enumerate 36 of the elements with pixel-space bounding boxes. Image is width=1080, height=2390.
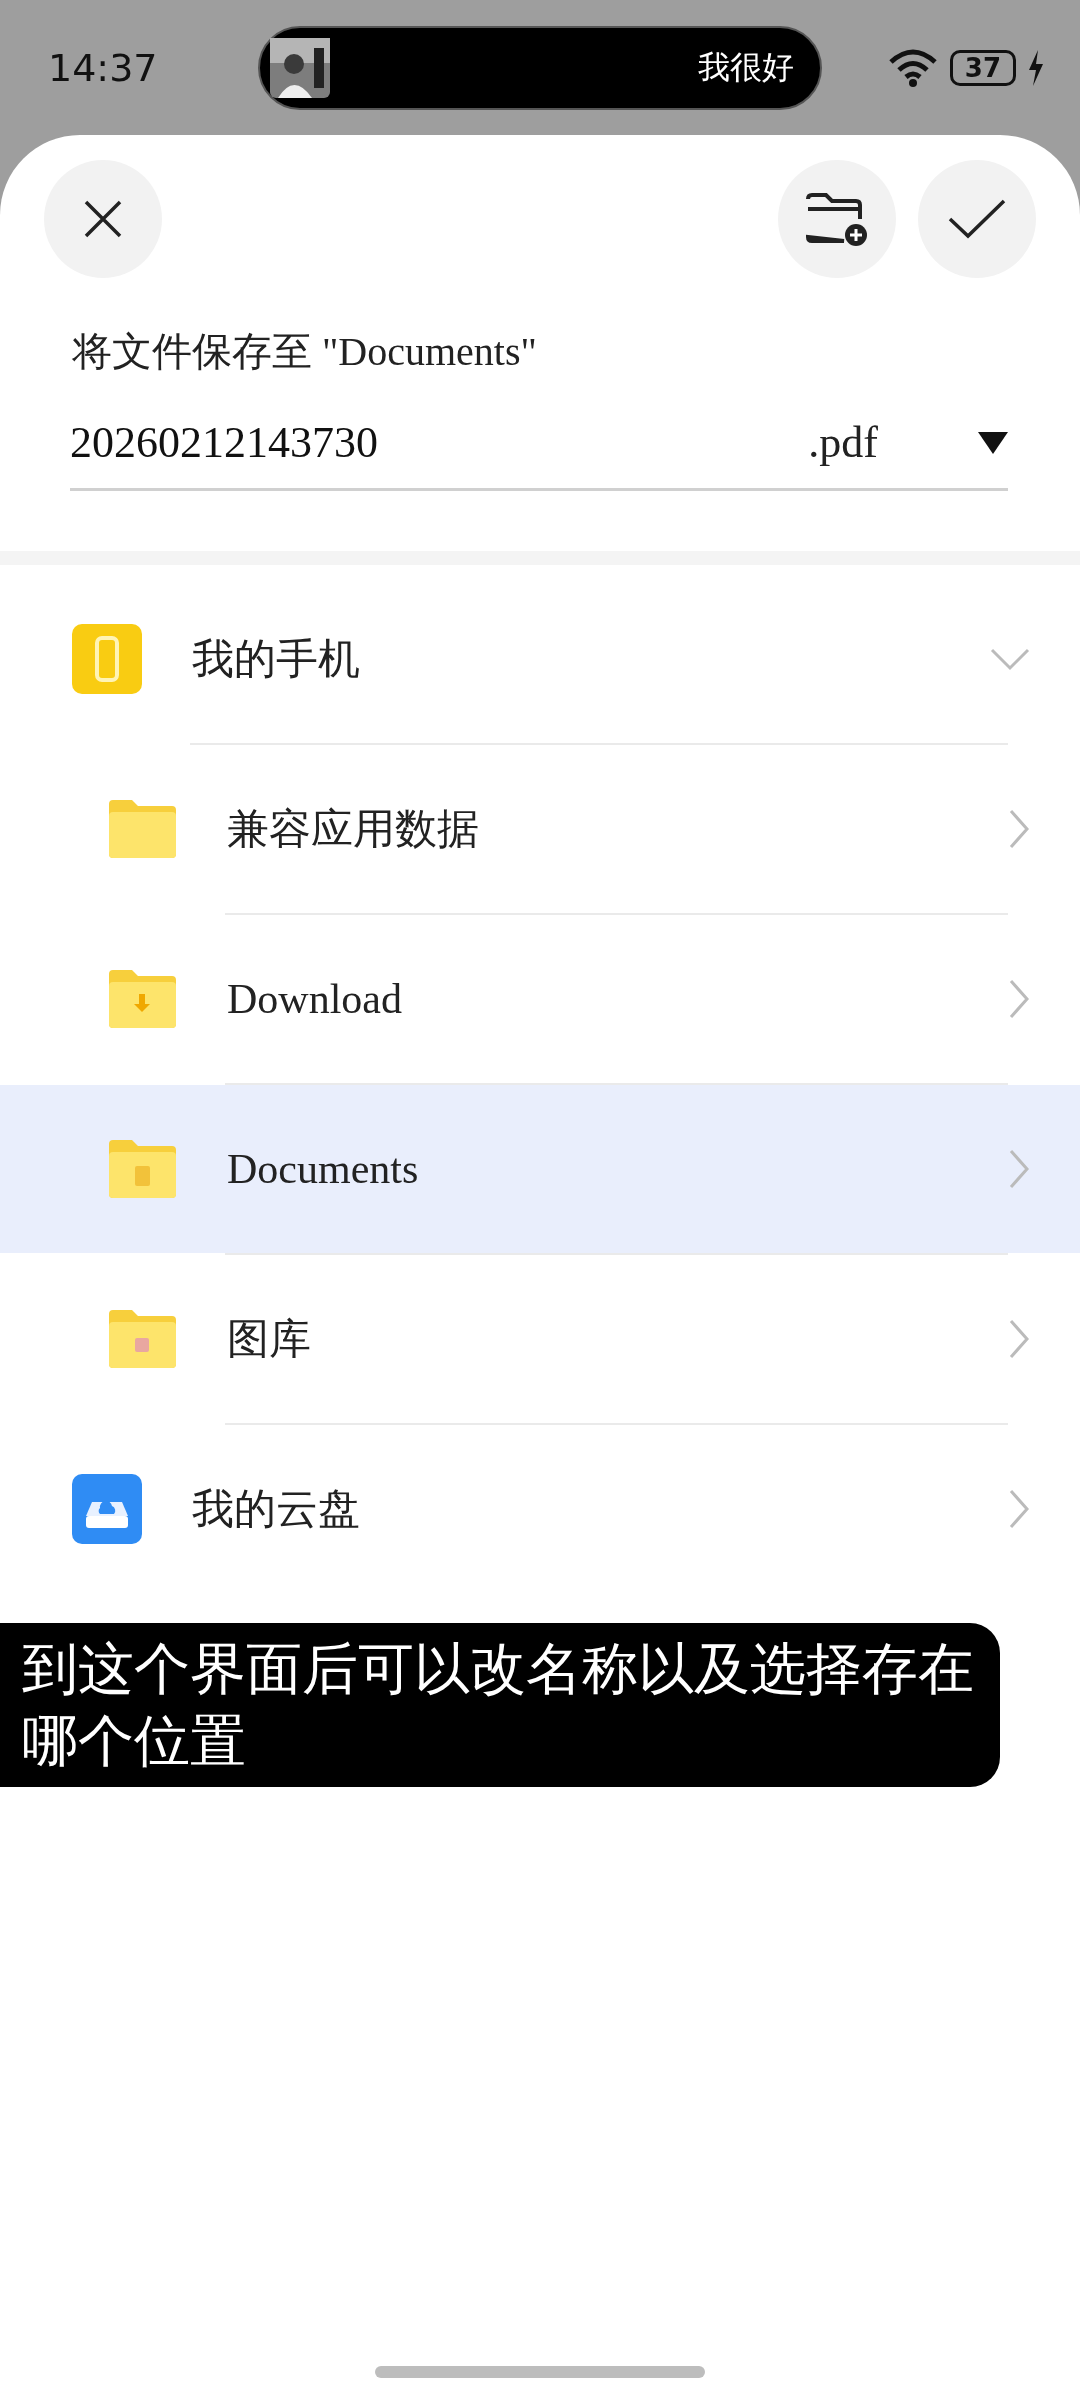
folder-label: 兼容应用数据 xyxy=(227,805,480,854)
charging-icon xyxy=(1028,49,1044,86)
battery-level: 37 xyxy=(949,49,1016,86)
check-icon xyxy=(948,199,1006,239)
folder-row[interactable]: Documents xyxy=(0,1085,1080,1253)
chevron-right-icon xyxy=(1008,1149,1030,1189)
file-extension: .pdf xyxy=(808,417,878,468)
location-label: 我的云盘 xyxy=(192,1485,361,1534)
chevron-right-icon xyxy=(1008,1319,1030,1359)
save-destination-title: 将文件保存至 "Documents" xyxy=(71,328,538,376)
folder-label: 图库 xyxy=(227,1315,312,1364)
wifi-icon xyxy=(887,47,938,88)
folder-row[interactable]: 图库 xyxy=(0,1255,1080,1423)
location-label: 我的手机 xyxy=(192,635,361,684)
folder-label: Documents xyxy=(227,1145,420,1193)
chevron-right-icon xyxy=(1008,809,1030,849)
location-row[interactable]: 我的云盘 xyxy=(0,1425,1080,1593)
cloud-drive-icon xyxy=(72,1474,142,1544)
song-title: 我很好 xyxy=(698,47,794,87)
location-row[interactable]: 我的手机 xyxy=(0,575,1080,743)
folder-label: Download xyxy=(227,975,403,1023)
download-folder-icon xyxy=(106,970,178,1028)
status-time: 14:37 xyxy=(48,45,159,90)
document-folder-icon xyxy=(106,1140,178,1198)
phone-icon xyxy=(72,624,142,694)
folder-row[interactable]: Download xyxy=(0,915,1080,1083)
close-icon xyxy=(84,200,122,238)
folder-row[interactable]: 兼容应用数据 xyxy=(0,745,1080,913)
caption: 到这个界面后可以改名称以及选择存在哪个位置 xyxy=(0,1623,1000,1787)
image-folder-icon xyxy=(106,1310,178,1368)
file-name-field[interactable]: 20260212143730 xyxy=(70,417,809,468)
now-playing-pill[interactable]: 我很好 xyxy=(258,25,822,110)
dropdown-icon[interactable] xyxy=(978,431,1008,454)
chevron-right-icon xyxy=(1008,979,1030,1019)
folder-plus-icon xyxy=(804,191,870,247)
folder-icon xyxy=(106,800,178,858)
